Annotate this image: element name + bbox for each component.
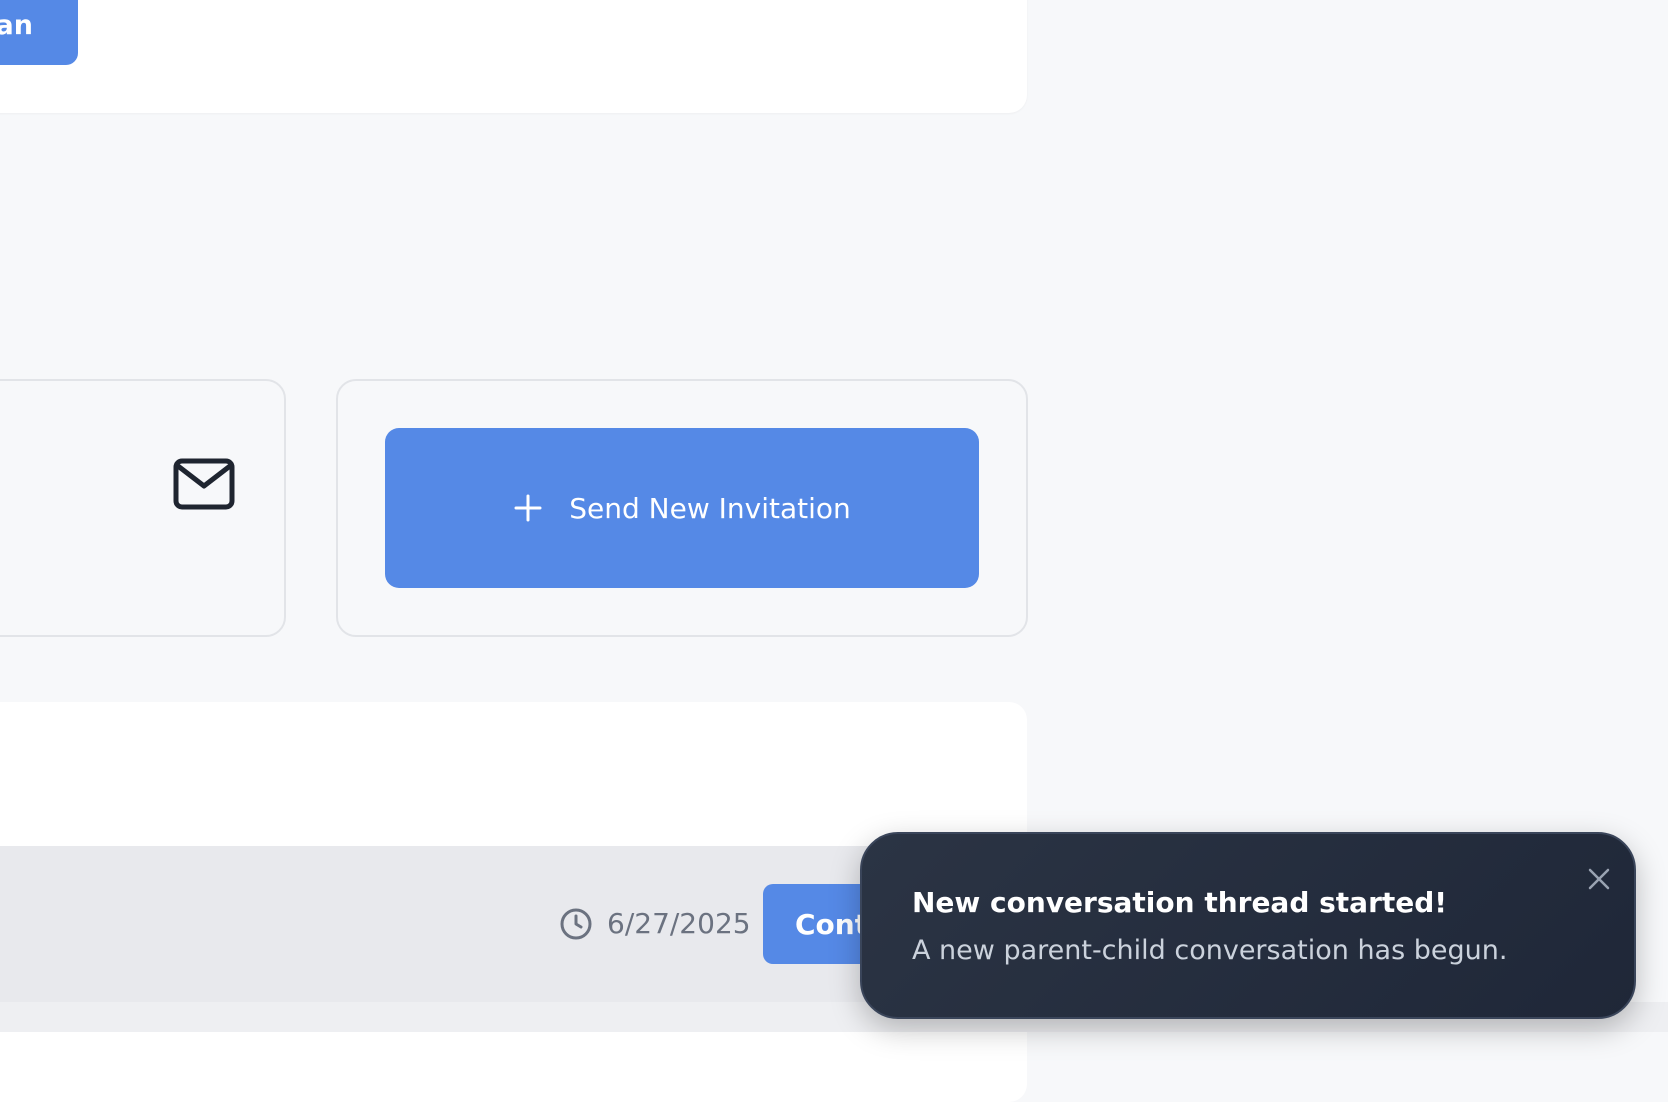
toast-title: New conversation thread started! [912,886,1448,919]
top-card [0,0,1027,113]
clock-icon [560,908,592,940]
thread-date: 6/27/2025 [607,907,751,940]
mail-card [0,379,286,637]
continue-button-label: Cont [795,907,869,941]
plus-icon [514,494,542,522]
toast-message: A new parent-child conversation has begu… [912,935,1508,966]
send-new-invitation-button[interactable]: Send New Invitation [385,428,979,588]
mail-icon [173,458,235,510]
notification-toast: New conversation thread started! A new p… [860,832,1636,1019]
plan-button[interactable]: an [0,0,78,65]
close-icon[interactable] [1584,864,1614,894]
send-new-invitation-label: Send New Invitation [569,491,851,525]
plan-button-label: an [0,10,33,41]
